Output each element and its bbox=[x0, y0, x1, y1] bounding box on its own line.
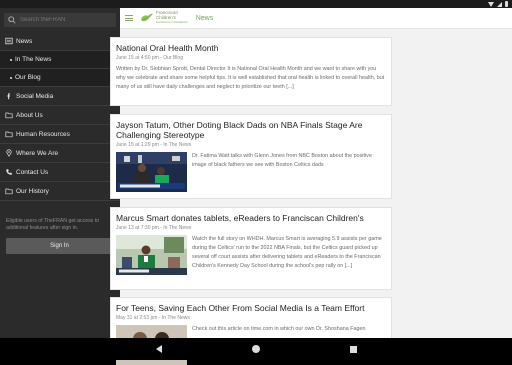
home-icon[interactable] bbox=[251, 345, 260, 353]
sign-in-button[interactable]: Sign In bbox=[6, 238, 113, 254]
system-navigation-bar bbox=[0, 338, 512, 360]
sign-in-note: Eligible users of TheFRAN get access to … bbox=[6, 218, 100, 231]
facebook-icon bbox=[5, 92, 13, 100]
article-title[interactable]: Jayson Tatum, Other Doting Black Dads on… bbox=[116, 120, 386, 140]
folder-icon bbox=[5, 111, 13, 119]
article-meta: June 13 at 7:30 pm - In The News bbox=[116, 225, 192, 231]
article-title[interactable]: National Oral Health Month bbox=[116, 43, 386, 53]
drawer-item-in-the-news[interactable]: In The News bbox=[0, 51, 120, 69]
drawer-item-label: Our Blog bbox=[15, 74, 41, 81]
status-bar bbox=[0, 0, 512, 8]
article-thumbnail-image[interactable] bbox=[116, 152, 187, 192]
logo-tagline: Excellence in Pediatrics bbox=[156, 20, 188, 25]
drawer-item-label: Human Resources bbox=[16, 130, 70, 138]
battery-icon bbox=[505, 1, 508, 7]
back-icon[interactable] bbox=[155, 345, 162, 353]
franciscan-childrens-logo: Franciscan Children's Excellence in Pedi… bbox=[140, 11, 188, 25]
article-meta: June 15 at 1:29 pm - In The News bbox=[116, 142, 192, 148]
signal-icon bbox=[497, 1, 502, 7]
article-card[interactable]: For Teens, Saving Each Other From Social… bbox=[110, 297, 392, 365]
wifi-icon bbox=[488, 1, 494, 7]
drawer-item-news[interactable]: News bbox=[0, 32, 120, 51]
search-icon bbox=[8, 16, 16, 24]
drawer-item-label: About Us bbox=[16, 111, 43, 119]
phone-icon bbox=[5, 168, 13, 176]
navigation-drawer: News In The News Our Blog Social Media A… bbox=[0, 8, 120, 338]
drawer-item-label: In The News bbox=[15, 56, 52, 63]
article-excerpt: Watch the full story on WHDH. Marcus Sma… bbox=[192, 236, 382, 269]
article-card[interactable]: National Oral Health Month June 15 at 4:… bbox=[110, 37, 392, 106]
drawer-item-label: Social Media bbox=[16, 92, 54, 100]
search-box[interactable] bbox=[4, 13, 116, 27]
newspaper-icon bbox=[5, 37, 13, 45]
drawer-item-where-we-are[interactable]: Where We Are bbox=[0, 144, 120, 163]
bullet-icon bbox=[10, 58, 12, 61]
article-thumbnail-image[interactable] bbox=[116, 235, 187, 275]
article-meta: June 15 at 4:50 pm - Our Blog bbox=[116, 55, 183, 61]
article-card[interactable]: Marcus Smart donates tablets, eReaders t… bbox=[110, 207, 392, 290]
drawer-item-contact-us[interactable]: Contact Us bbox=[0, 163, 120, 182]
bullet-icon bbox=[10, 76, 12, 79]
drawer-item-our-history[interactable]: Our History bbox=[0, 182, 120, 201]
folder-icon bbox=[5, 187, 13, 195]
drawer-item-human-resources[interactable]: Human Resources bbox=[0, 125, 120, 144]
drawer-item-label: Our History bbox=[16, 187, 49, 195]
page-title: News bbox=[195, 14, 214, 22]
bird-logo-icon bbox=[141, 13, 153, 22]
article-excerpt: Dr. Fatima Watt talks with Glenn Jones f… bbox=[192, 153, 372, 168]
article-card[interactable]: Jayson Tatum, Other Doting Black Dads on… bbox=[110, 114, 392, 199]
folder-icon bbox=[5, 130, 13, 138]
pin-icon bbox=[5, 149, 13, 157]
app-bar: Franciscan Children's Excellence in Pedi… bbox=[120, 8, 512, 29]
hamburger-menu-icon[interactable] bbox=[125, 15, 133, 21]
drawer-item-label: Contact Us bbox=[16, 168, 49, 176]
search-input[interactable] bbox=[20, 17, 115, 23]
drawer-item-our-blog[interactable]: Our Blog bbox=[0, 69, 120, 87]
drawer-item-label: Where We Are bbox=[16, 149, 59, 157]
article-excerpt: Written by Dr. Siobhian Sprott, Dental D… bbox=[116, 66, 385, 90]
drawer-nav: News In The News Our Blog Social Media A… bbox=[0, 32, 120, 201]
article-title[interactable]: For Teens, Saving Each Other From Social… bbox=[116, 303, 386, 313]
drawer-item-social-media[interactable]: Social Media bbox=[0, 87, 120, 106]
status-icons bbox=[488, 0, 508, 8]
article-meta: May 31 at 2:53 pm - In The News bbox=[116, 315, 190, 321]
drawer-item-label: News bbox=[16, 37, 33, 45]
recent-apps-icon[interactable] bbox=[349, 345, 357, 353]
drawer-item-about-us[interactable]: About Us bbox=[0, 106, 120, 125]
article-title[interactable]: Marcus Smart donates tablets, eReaders t… bbox=[116, 213, 386, 223]
